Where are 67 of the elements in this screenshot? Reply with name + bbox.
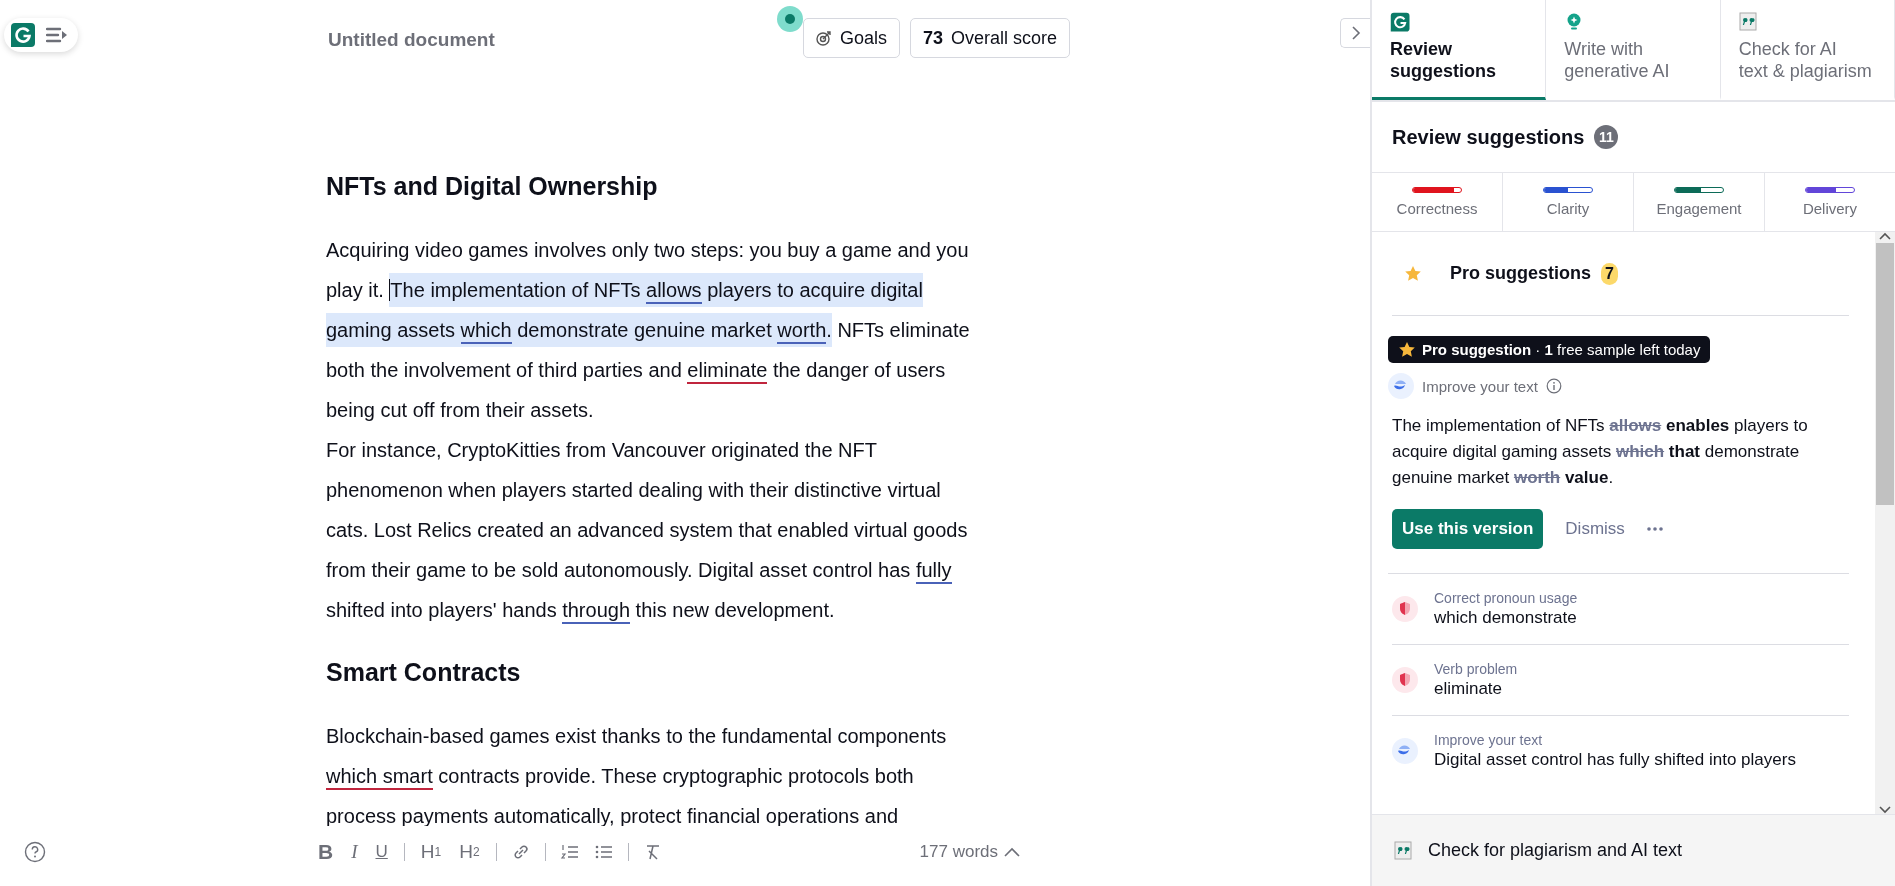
text-line: shifted into players' hands through this new development. [326, 590, 1071, 630]
selected-text[interactable]: gaming assets which demonstrate genuine market worth. [326, 313, 832, 347]
chevron-right-icon [1350, 26, 1361, 40]
banner-text: Pro suggestion · 1 free sample left today [1422, 341, 1701, 358]
more-button[interactable] [1646, 527, 1663, 531]
goals-button[interactable]: Goals [802, 18, 900, 58]
suggestion-text: Digital asset control has fully shifted into players [1434, 750, 1796, 770]
suggestion-text: eliminate [1434, 679, 1504, 699]
overall-score-button[interactable]: 73 Overall score [909, 18, 1070, 58]
plagiarism-check-bar[interactable]: Check for plagiarism and AI text [1372, 814, 1895, 886]
chevron-up-icon[interactable] [1879, 232, 1891, 240]
text-line: phenomenon when players started dealing with their distinctive virtual [326, 478, 942, 503]
suggestion-type: Verb problem [1434, 661, 1518, 677]
suggestion-type: Correct pronoun usage [1434, 590, 1578, 606]
suggestion-type: Improve your text [1434, 732, 1544, 748]
shield-icon [1392, 667, 1418, 693]
dismiss-button[interactable]: Dismiss [1565, 519, 1625, 539]
logo-icon[interactable] [10, 22, 36, 48]
section-title: Pro suggestions [1450, 263, 1592, 284]
text-line: which smart contracts provide. These cryptographic protocols both [326, 756, 1071, 796]
quote-icon [1738, 12, 1759, 32]
wave-icon [1392, 738, 1418, 764]
text-line: cats. Lost Relics created an advanced system that enabled virtual goods [326, 518, 969, 543]
help-icon[interactable] [24, 841, 46, 863]
text-line: both the involvement of third parties and eliminate the danger of users [326, 350, 1071, 390]
tab[interactable]: Review suggestions [1372, 0, 1547, 100]
text-line: Acquiring video games involves only two steps: you buy a game and you [326, 238, 970, 263]
quote-icon [1394, 840, 1414, 861]
info-icon[interactable] [1545, 378, 1562, 394]
section-title: Review suggestions [1392, 125, 1585, 149]
suggestion-text: which demonstrate [1434, 608, 1578, 628]
suggestion-text: The implementation of NFTs allows enables players to acquire digital gaming assets which that demonstrate genuine market worth value. [1392, 415, 1809, 489]
suggestion-item[interactable]: Verb problem eliminate [1392, 645, 1849, 716]
text-line: gaming assets which demonstrate genuine market worth. NFTs eliminate [326, 310, 1071, 350]
more-icon [1646, 527, 1663, 531]
heading: Smart Contracts [326, 657, 522, 688]
star-icon [1398, 341, 1416, 358]
text-line: For instance, CryptoKitties from Vancouver originated the NFT [326, 438, 878, 463]
count-badge: 11 [1594, 125, 1619, 149]
chevron-down-icon[interactable] [1879, 806, 1891, 814]
selected-text[interactable]: The implementation of NFTs allows players to acquire digital [389, 273, 923, 307]
scrollbar-thumb[interactable] [1876, 243, 1894, 505]
dot-icon [776, 6, 803, 32]
star-icon [1404, 265, 1422, 282]
shield-icon [1392, 596, 1418, 622]
numbered-list-icon[interactable] [559, 842, 580, 862]
count-badge: 7 [1601, 262, 1618, 285]
logo-icon [1390, 12, 1410, 32]
target-icon [815, 30, 832, 46]
bold-button[interactable]: B [316, 838, 336, 866]
italic-button[interactable]: I [349, 838, 360, 866]
suggestion-type: Improve your text [1422, 377, 1538, 395]
text-line: play it. The implementation of NFTs allows players to acquire digital [326, 270, 1071, 310]
menu-icon[interactable] [46, 26, 68, 44]
wave-icon [1388, 373, 1414, 399]
accept-button[interactable]: Use this version [1392, 509, 1544, 549]
suggestion-item[interactable]: Correct pronoun usage which demonstrate [1392, 574, 1849, 645]
suggestion-item[interactable]: Improve your text Digital asset control has fully shifted into players [1392, 716, 1849, 786]
text-line: being cut off from their assets. [326, 398, 595, 423]
word-count-button[interactable]: 177 words [919, 842, 1020, 862]
underline-button[interactable]: U [373, 838, 390, 866]
scrollbar[interactable] [1875, 232, 1895, 814]
text-line: Blockchain-based games exist thanks to the fundamental components [326, 724, 948, 749]
chevron-up-icon [1004, 847, 1020, 857]
document-title[interactable]: Untitled document [328, 25, 793, 51]
text-line: from their game to be sold autonomously. Digital asset control has fully [326, 550, 1071, 590]
heading: NFTs and Digital Ownership [326, 171, 659, 202]
